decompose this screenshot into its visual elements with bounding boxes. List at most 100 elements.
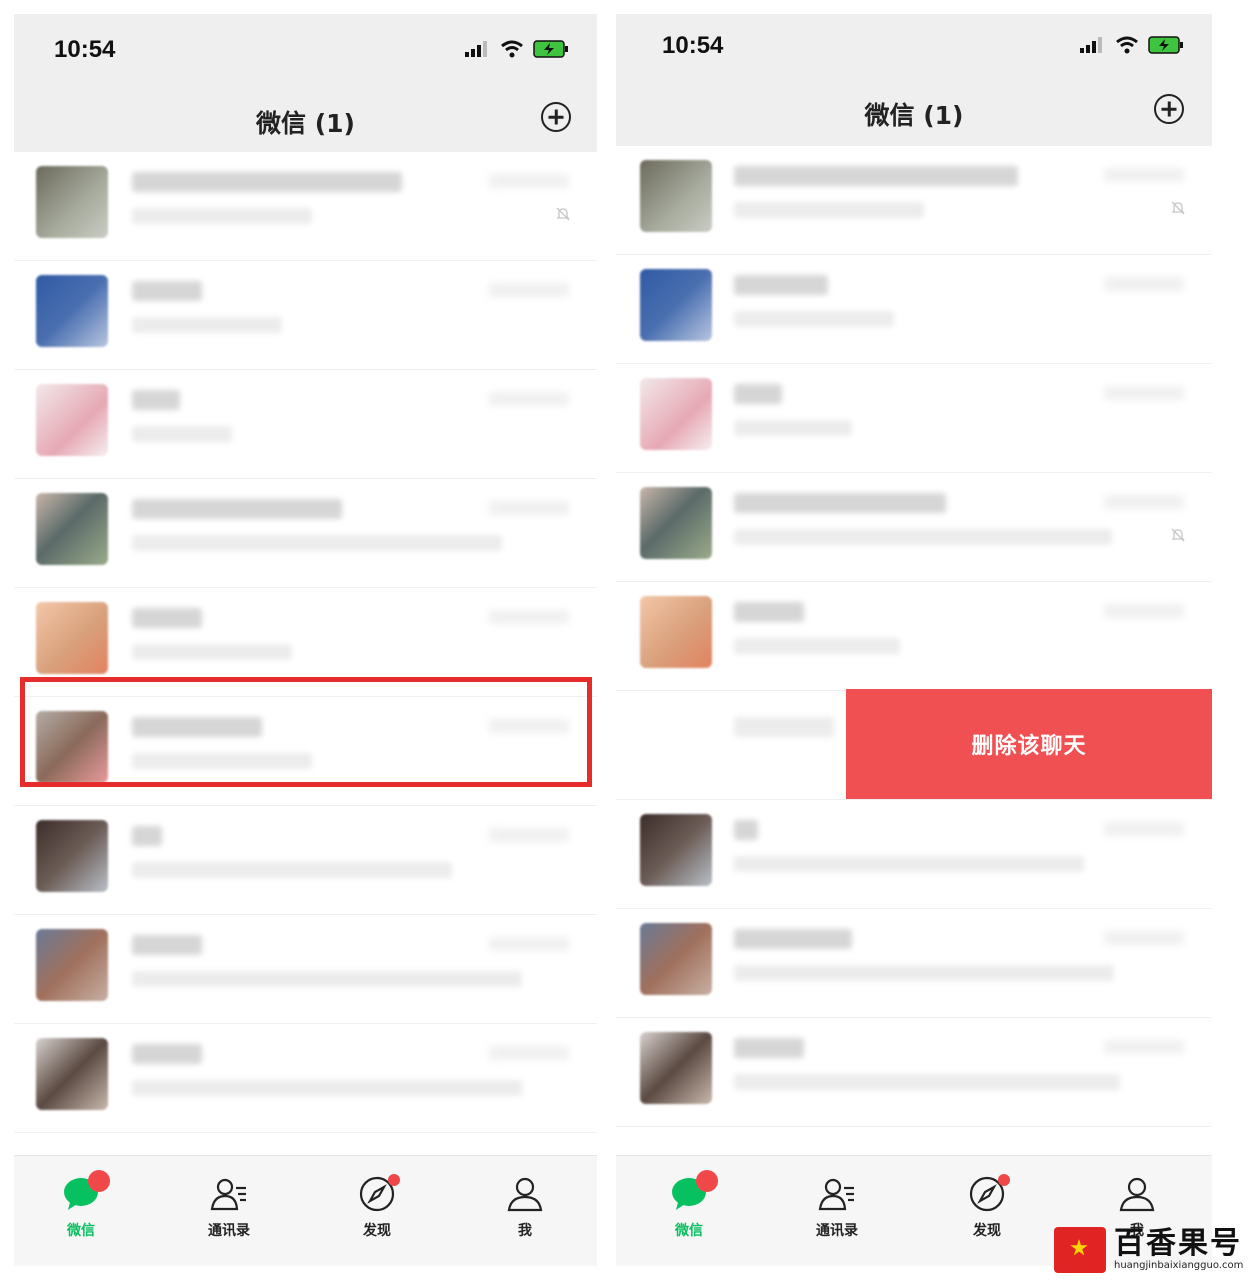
new-dot: [388, 1174, 400, 1186]
add-plus-icon[interactable]: [1154, 94, 1184, 124]
person-icon: [1119, 1177, 1155, 1212]
chat-row[interactable]: [616, 800, 1212, 909]
watermark-logo-icon: [1054, 1227, 1106, 1273]
contact-name-blurred: [734, 166, 1018, 186]
timestamp-blurred: [489, 392, 569, 406]
tab-contacts[interactable]: 通讯录: [792, 1174, 882, 1240]
tab-chats[interactable]: 微信: [36, 1170, 126, 1240]
chat-list: [616, 146, 1212, 1127]
timestamp-blurred: [1104, 604, 1184, 618]
timestamp-blurred: [1104, 822, 1184, 836]
tab-label: 发现: [973, 1223, 1001, 1239]
status-time: 10:54: [54, 36, 116, 63]
contact-avatar: [640, 814, 712, 886]
tab-label: 微信: [675, 1223, 703, 1239]
chat-row[interactable]: [616, 909, 1212, 1018]
unread-badge: [696, 1170, 718, 1192]
message-preview-blurred: [734, 638, 900, 654]
timestamp-blurred: [489, 937, 569, 951]
contact-name-blurred: [132, 281, 202, 301]
chat-row[interactable]: [14, 479, 597, 588]
tab-me[interactable]: 我: [480, 1174, 570, 1240]
page-title: 微信 (1): [864, 101, 964, 130]
add-plus-icon[interactable]: [541, 102, 571, 132]
timestamp-blurred: [1104, 277, 1184, 291]
contact-avatar: [36, 820, 108, 892]
message-preview-blurred: [734, 965, 1114, 981]
chat-row[interactable]: [14, 1024, 597, 1133]
message-preview-blurred: [734, 529, 1112, 545]
status-bar: 10:54: [14, 14, 597, 94]
timestamp-blurred: [1104, 495, 1184, 509]
chat-row[interactable]: [14, 915, 597, 1024]
contact-avatar: [36, 384, 108, 456]
selected-chat-highlight: [20, 677, 592, 787]
wifi-icon: [501, 40, 523, 58]
tab-label: 通讯录: [816, 1223, 858, 1239]
contact-name-blurred: [132, 390, 180, 410]
contact-name-blurred: [132, 826, 162, 846]
contact-name-blurred: [734, 820, 758, 840]
new-dot: [998, 1174, 1010, 1186]
status-bar: 10:54: [616, 14, 1212, 86]
contact-name-blurred: [734, 275, 828, 295]
timestamp-blurred: [489, 1046, 569, 1060]
chat-row[interactable]: [14, 370, 597, 479]
contact-avatar: [640, 1032, 712, 1104]
contacts-icon: [818, 1178, 854, 1211]
tab-discover[interactable]: 发现: [332, 1174, 422, 1240]
contact-avatar: [36, 929, 108, 1001]
tab-contacts[interactable]: 通讯录: [184, 1174, 274, 1240]
contact-name-blurred: [734, 929, 852, 949]
status-icons: [465, 40, 569, 58]
message-preview-blurred: [734, 1074, 1120, 1090]
battery-charging-icon: [1148, 36, 1183, 54]
mute-bell-icon: [1170, 200, 1186, 216]
chat-row[interactable]: [14, 152, 597, 261]
chat-row[interactable]: [616, 255, 1212, 364]
signal-icon: [1080, 37, 1102, 53]
contact-name-blurred: [132, 172, 402, 192]
message-preview-blurred: [734, 202, 924, 218]
message-preview-blurred: [132, 644, 292, 660]
contact-name-blurred: [734, 602, 804, 622]
chat-row[interactable]: [14, 261, 597, 370]
message-preview-blurred: [132, 317, 282, 333]
contact-avatar: [36, 602, 108, 674]
nav-bar: 微信 (1): [14, 94, 597, 152]
message-preview-blurred: [734, 717, 834, 737]
contact-name-blurred: [132, 935, 202, 955]
tab-chats[interactable]: 微信: [644, 1170, 734, 1240]
phone-screen-after: 10:54 微信 (1) 删除该聊天 微信 通讯录 发现 我: [616, 14, 1212, 1266]
message-preview-blurred: [132, 862, 452, 878]
chat-row[interactable]: [616, 473, 1212, 582]
timestamp-blurred: [489, 174, 569, 188]
tab-label: 微信: [67, 1223, 95, 1239]
contact-avatar: [36, 493, 108, 565]
contact-avatar: [640, 596, 712, 668]
chat-row[interactable]: [14, 806, 597, 915]
message-preview-blurred: [132, 535, 502, 551]
contact-avatar: [640, 160, 712, 232]
timestamp-blurred: [1104, 1040, 1184, 1054]
contact-avatar: [36, 1038, 108, 1110]
contact-avatar: [36, 166, 108, 238]
tab-discover[interactable]: 发现: [942, 1174, 1032, 1240]
message-preview-blurred: [734, 311, 894, 327]
chat-row[interactable]: [616, 582, 1212, 691]
wifi-icon: [1116, 36, 1138, 54]
message-preview-blurred: [734, 856, 1084, 872]
chat-list: [14, 152, 597, 1133]
tab-label: 发现: [363, 1223, 391, 1239]
mute-bell-icon: [555, 206, 571, 222]
chat-row[interactable]: [616, 146, 1212, 255]
chat-row[interactable]: [616, 1018, 1212, 1127]
contact-avatar: [640, 923, 712, 995]
timestamp-blurred: [489, 828, 569, 842]
chat-row[interactable]: [616, 364, 1212, 473]
watermark-url: huangjinbaixiangguo.com: [1114, 1260, 1244, 1271]
timestamp-blurred: [1104, 386, 1184, 400]
delete-chat-button[interactable]: 删除该聊天: [846, 689, 1212, 799]
message-preview-blurred: [132, 208, 312, 224]
contact-name-blurred: [734, 493, 946, 513]
